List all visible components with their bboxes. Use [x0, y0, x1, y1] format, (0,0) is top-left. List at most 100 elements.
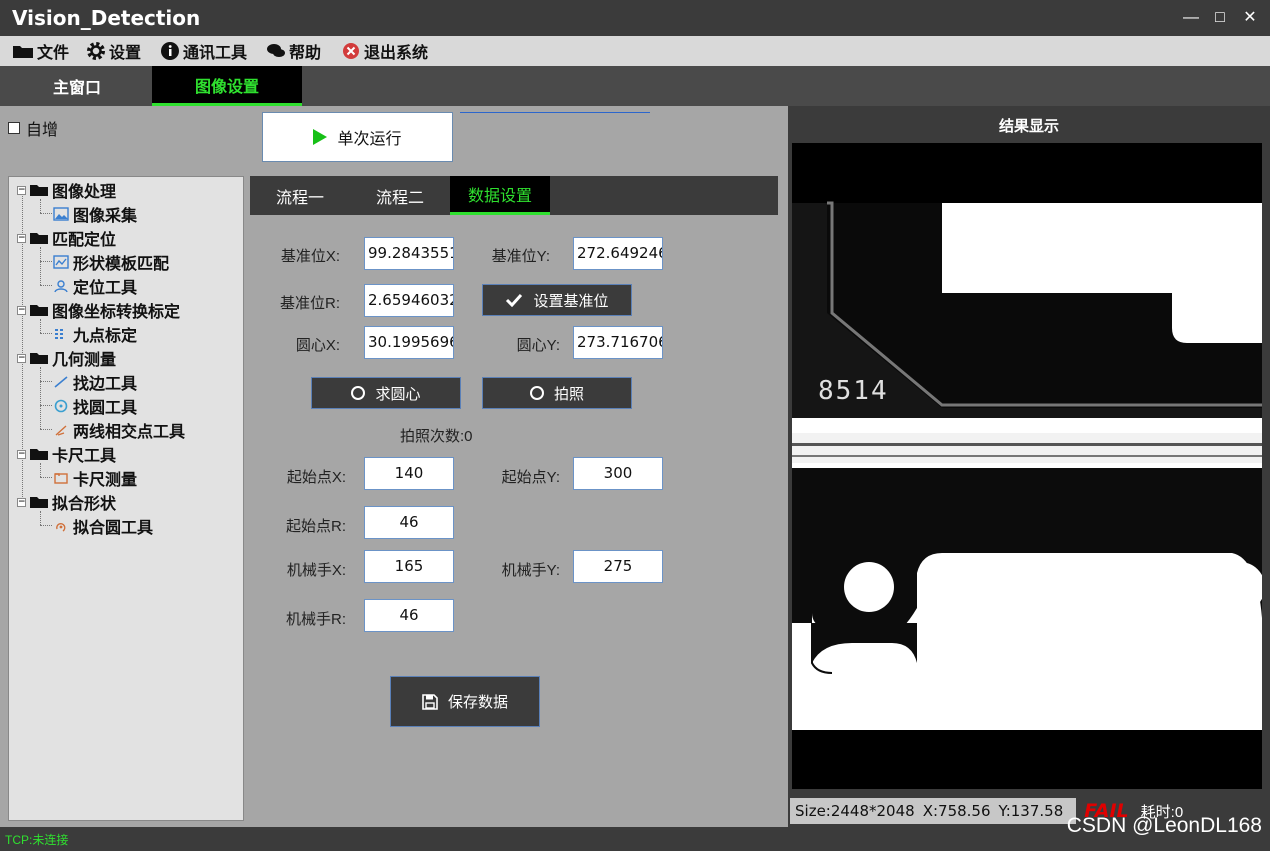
find-circle-center-button[interactable]: 求圆心	[311, 377, 461, 409]
tree-node-geometry[interactable]: − 几何测量	[17, 347, 116, 369]
close-button[interactable]: ✕	[1236, 4, 1264, 32]
tree-node-label: 卡尺工具	[52, 446, 117, 465]
circle-y-label: 圆心Y:	[516, 337, 560, 354]
result-header: 结果显示	[788, 112, 1270, 140]
tree-item-fit-circle[interactable]: 拟合圆工具	[53, 515, 153, 537]
tree-node-image-processing[interactable]: − 图像处理	[17, 179, 116, 201]
tree-node-caliper[interactable]: − 卡尺工具	[17, 443, 116, 465]
robot-r-field[interactable]: 46	[364, 599, 454, 632]
tree-item-locate-tool[interactable]: 定位工具	[53, 275, 137, 297]
menu-exit-label: 退出系统	[364, 43, 429, 62]
tree-line	[40, 285, 52, 286]
menu-comm-tools[interactable]: 通讯工具	[160, 40, 247, 62]
tab-flow-1[interactable]: 流程一	[250, 176, 350, 215]
image-size-text: Size:2448*2048	[795, 802, 915, 820]
ref-r-label: 基准位R:	[279, 295, 340, 312]
circle-x-field[interactable]: 30.1995696	[364, 326, 454, 359]
auto-increment-label: 自增	[26, 122, 59, 139]
tree-item-nine-point[interactable]: 九点标定	[53, 323, 137, 345]
save-data-button[interactable]: 保存数据	[390, 676, 540, 727]
tree-node-coord-calibration[interactable]: − 图像坐标转换标定	[17, 299, 180, 321]
tree-item-label: 卡尺测量	[73, 470, 138, 489]
start-r-field[interactable]: 46	[364, 506, 454, 539]
tree-node-match-locate[interactable]: − 匹配定位	[17, 227, 116, 249]
tab-main-window[interactable]: 主窗口	[2, 66, 152, 106]
find-circle-label: 求圆心	[375, 385, 421, 403]
tab-image-settings[interactable]: 图像设置	[152, 66, 302, 106]
robot-r-label: 机械手R:	[285, 611, 346, 628]
folder-icon	[30, 305, 48, 316]
folder-icon	[30, 497, 48, 508]
tab-flow-2[interactable]: 流程二	[350, 176, 450, 215]
menu-exit[interactable]: 退出系统	[341, 40, 428, 62]
tree-line	[40, 367, 41, 429]
tree-line	[40, 405, 52, 406]
tree-line	[40, 213, 52, 214]
ref-x-field[interactable]: 99.2843551	[364, 237, 454, 270]
ref-x-label: 基准位X:	[280, 248, 340, 265]
play-icon	[313, 129, 328, 145]
tree-node-fit-shape[interactable]: − 拟合形状	[17, 491, 116, 513]
robot-y-field[interactable]: 275	[573, 550, 663, 583]
menu-bar: 文件 设置 通讯工具 帮助 退出系统	[0, 36, 1270, 66]
tree-item-find-edge[interactable]: 找边工具	[53, 371, 137, 393]
inspection-image: 8514	[792, 143, 1262, 789]
run-once-label: 单次运行	[337, 131, 402, 148]
save-icon	[422, 693, 438, 710]
line-icon	[54, 376, 68, 388]
start-x-field[interactable]: 140	[364, 457, 454, 490]
tree-line	[40, 463, 41, 477]
collapse-icon[interactable]: −	[17, 305, 26, 315]
tree-item-image-acquire[interactable]: 图像采集	[53, 203, 137, 225]
robot-x-field[interactable]: 165	[364, 550, 454, 583]
collapse-icon[interactable]: −	[17, 185, 26, 195]
set-reference-button[interactable]: 设置基准位	[482, 284, 632, 316]
tree-node-label: 图像处理	[52, 182, 117, 201]
circle-y-field[interactable]: 273.716706	[573, 326, 663, 359]
capture-button[interactable]: 拍照	[482, 377, 632, 409]
run-once-button[interactable]: 单次运行	[262, 112, 453, 162]
tree-item-shape-match[interactable]: 形状模板匹配	[53, 251, 169, 273]
ref-y-label: 基准位Y:	[491, 248, 550, 265]
tcp-status-text: TCP:未连接	[5, 833, 69, 847]
title-bar: Vision_Detection — □ ✕	[0, 0, 1270, 36]
settings-panel: 自增 单次运行 − 图像处理 图像采集 − 匹配定位 形状模板匹配 定位工具 −…	[0, 106, 788, 827]
tool-tree: − 图像处理 图像采集 − 匹配定位 形状模板匹配 定位工具 − 图像坐标转换标…	[8, 176, 244, 821]
tree-item-find-circle[interactable]: 找圆工具	[53, 395, 137, 417]
tree-item-line-intersection[interactable]: 两线相交点工具	[53, 419, 185, 441]
exit-icon	[343, 43, 359, 59]
maximize-button[interactable]: □	[1206, 4, 1234, 32]
checkbox-box[interactable]	[8, 122, 20, 134]
start-y-field[interactable]: 300	[573, 457, 663, 490]
result-image-view[interactable]: 8514	[792, 143, 1262, 789]
circle-icon	[54, 399, 68, 413]
minimize-button[interactable]: —	[1177, 4, 1205, 32]
auto-increment-checkbox[interactable]: 自增	[8, 116, 58, 140]
tree-line	[40, 319, 41, 333]
collapse-icon[interactable]: −	[17, 449, 26, 459]
tree-item-label: 图像采集	[73, 206, 138, 225]
cursor-x-text: X:758.56	[922, 802, 991, 820]
image-icon	[53, 207, 69, 221]
collapse-icon[interactable]: −	[17, 497, 26, 507]
tree-line	[40, 381, 52, 382]
menu-settings-label: 设置	[109, 43, 142, 62]
start-y-label: 起始点Y:	[501, 469, 560, 486]
folder-icon	[30, 449, 48, 460]
tree-item-label: 定位工具	[73, 278, 138, 297]
start-x-label: 起始点X:	[286, 469, 346, 486]
save-data-label: 保存数据	[447, 694, 508, 711]
ref-y-field[interactable]: 272.649246	[573, 237, 663, 270]
menu-file[interactable]: 文件	[12, 40, 69, 62]
tab-data-settings[interactable]: 数据设置	[450, 176, 550, 215]
collapse-icon[interactable]: −	[17, 233, 26, 243]
robot-y-label: 机械手Y:	[501, 562, 560, 579]
collapse-icon[interactable]: −	[17, 353, 26, 363]
tree-line	[40, 261, 52, 262]
tree-line	[40, 247, 41, 285]
info-icon	[161, 42, 179, 60]
menu-help[interactable]: 帮助	[266, 40, 321, 62]
tree-item-caliper-measure[interactable]: 卡尺测量	[53, 467, 137, 489]
menu-settings[interactable]: 设置	[86, 40, 141, 62]
ref-r-field[interactable]: 2.65946032	[364, 284, 454, 317]
